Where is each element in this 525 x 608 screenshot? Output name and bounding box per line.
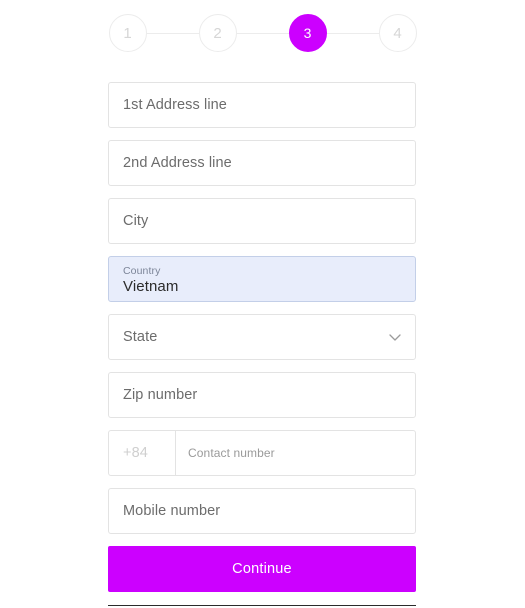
signup-address-step-page: 1 2 3 4 1st Address line 2nd Address lin… [0,0,525,608]
contact-number-placeholder: Contact number [188,446,275,460]
stepper-step-3-label: 3 [303,25,312,41]
contact-number-field[interactable]: Contact number [176,430,416,476]
chevron-down-icon[interactable] [387,329,403,345]
state-select[interactable]: State [108,314,416,360]
address-line-2-field[interactable]: 2nd Address line [108,140,416,186]
stepper-step-3[interactable]: 3 [288,14,327,52]
country-label: Country [123,264,161,277]
city-placeholder: City [123,213,149,229]
mobile-number-field[interactable]: Mobile number [108,488,416,534]
mobile-number-placeholder: Mobile number [123,503,221,519]
zip-number-field[interactable]: Zip number [108,372,416,418]
stepper-connector-1 [146,32,199,34]
address-form: 1st Address line 2nd Address line City C… [108,82,416,592]
city-field[interactable]: City [108,198,416,244]
country-field[interactable]: Country Vietnam [108,256,416,302]
contact-number-row: +84 Contact number [108,430,416,476]
country-code-value: +84 [123,445,148,461]
progress-stepper: 1 2 3 4 [0,14,525,52]
continue-button[interactable]: Continue [108,546,416,592]
stepper-step-1-label: 1 [123,24,132,42]
stepper-step-4[interactable]: 4 [378,14,417,52]
stepper-step-2-label: 2 [213,24,222,42]
address-line-1-field[interactable]: 1st Address line [108,82,416,128]
address-line-2-placeholder: 2nd Address line [123,155,232,171]
state-placeholder: State [123,329,158,345]
address-line-1-placeholder: 1st Address line [123,97,227,113]
country-code-field[interactable]: +84 [108,430,176,476]
stepper-step-2[interactable]: 2 [198,14,237,52]
zip-number-placeholder: Zip number [123,387,198,403]
stepper-connector-3 [326,32,379,34]
continue-button-label: Continue [232,561,292,577]
stepper-connector-2 [236,32,289,34]
stepper-step-4-label: 4 [393,24,402,42]
country-value: Vietnam [123,277,179,295]
stepper-step-1[interactable]: 1 [108,14,147,52]
